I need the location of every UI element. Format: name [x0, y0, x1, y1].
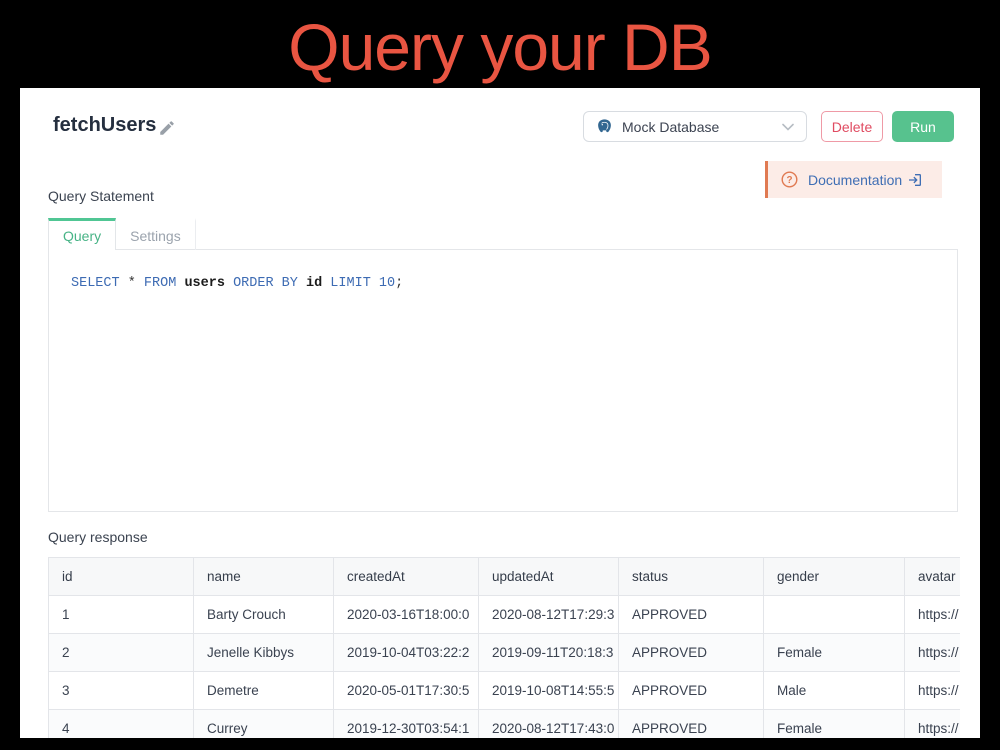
- documentation-link-label: Documentation: [808, 172, 902, 188]
- table-cell: Jenelle Kibbys: [194, 634, 334, 672]
- table-cell: 2019-10-04T03:22:2: [334, 634, 479, 672]
- query-panel: fetchUsers Mock Database: [20, 88, 980, 738]
- table-cell: Barty Crouch: [194, 596, 334, 634]
- table-row: 2Jenelle Kibbys2019-10-04T03:22:22019-09…: [49, 634, 961, 672]
- column-header: name: [194, 558, 334, 596]
- sql-token: ORDER BY: [233, 276, 298, 291]
- editor-tabs: Query Settings: [48, 218, 196, 250]
- sql-token: ;: [395, 276, 403, 291]
- resource-select[interactable]: Mock Database: [583, 111, 807, 142]
- svg-text:?: ?: [786, 175, 792, 186]
- table-cell: APPROVED: [619, 710, 764, 739]
- column-header: id: [49, 558, 194, 596]
- slide: Query your DB fetchUsers Mock Database: [0, 0, 1000, 750]
- table-cell: https://: [905, 596, 961, 634]
- table-cell: 2: [49, 634, 194, 672]
- sql-code-line: SELECT * FROM users ORDER BY id LIMIT 10…: [71, 276, 403, 291]
- column-header: avatar: [905, 558, 961, 596]
- question-circle-icon: ?: [780, 170, 799, 189]
- sql-editor[interactable]: SELECT * FROM users ORDER BY id LIMIT 10…: [48, 249, 958, 512]
- postgresql-icon: [596, 118, 613, 135]
- column-header: status: [619, 558, 764, 596]
- documentation-link[interactable]: Documentation: [808, 172, 923, 188]
- column-header: gender: [764, 558, 905, 596]
- sql-token: *: [120, 276, 144, 291]
- run-button[interactable]: Run: [892, 111, 954, 142]
- results-table-container: idnamecreatedAtupdatedAtstatusgenderavat…: [48, 557, 960, 738]
- table-cell: APPROVED: [619, 634, 764, 672]
- table-cell: 2020-08-12T17:29:3: [479, 596, 619, 634]
- query-name: fetchUsers: [53, 114, 156, 137]
- table-cell: https://: [905, 672, 961, 710]
- resource-select-value: Mock Database: [622, 119, 773, 135]
- table-cell: Female: [764, 710, 905, 739]
- sql-token: [298, 276, 306, 291]
- sign-in-icon: [907, 172, 923, 188]
- table-cell: APPROVED: [619, 596, 764, 634]
- table-cell: Male: [764, 672, 905, 710]
- table-cell: 2020-03-16T18:00:0: [334, 596, 479, 634]
- delete-button[interactable]: Delete: [821, 111, 883, 142]
- table-cell: APPROVED: [619, 672, 764, 710]
- sql-token: LIMIT: [330, 276, 371, 291]
- sql-token: id: [306, 276, 322, 291]
- table-row: 4Currey2019-12-30T03:54:12020-08-12T17:4…: [49, 710, 961, 739]
- query-response-label: Query response: [48, 529, 148, 545]
- sql-token: 10: [379, 276, 395, 291]
- documentation-banner: ? Documentation: [765, 161, 942, 198]
- sql-token: FROM: [144, 276, 176, 291]
- table-cell: Currey: [194, 710, 334, 739]
- table-row: 1Barty Crouch2020-03-16T18:00:02020-08-1…: [49, 596, 961, 634]
- table-cell: Female: [764, 634, 905, 672]
- table-cell: https://: [905, 710, 961, 739]
- table-cell: https://: [905, 634, 961, 672]
- edit-pencil-icon[interactable]: [158, 119, 176, 137]
- table-cell: 2019-09-11T20:18:3: [479, 634, 619, 672]
- table-row: 3Demetre2020-05-01T17:30:52019-10-08T14:…: [49, 672, 961, 710]
- page-title: Query your DB: [0, 0, 1000, 94]
- table-cell: 2020-05-01T17:30:5: [334, 672, 479, 710]
- results-table: idnamecreatedAtupdatedAtstatusgenderavat…: [48, 557, 960, 738]
- table-cell: 1: [49, 596, 194, 634]
- column-header: updatedAt: [479, 558, 619, 596]
- tab-query[interactable]: Query: [48, 218, 116, 250]
- table-cell: Demetre: [194, 672, 334, 710]
- sql-token: SELECT: [71, 276, 120, 291]
- table-cell: 4: [49, 710, 194, 739]
- table-cell: [764, 596, 905, 634]
- table-header-row: idnamecreatedAtupdatedAtstatusgenderavat…: [49, 558, 961, 596]
- chevron-down-icon: [782, 123, 794, 131]
- sql-token: [225, 276, 233, 291]
- table-cell: 2019-12-30T03:54:1: [334, 710, 479, 739]
- column-header: createdAt: [334, 558, 479, 596]
- tab-settings[interactable]: Settings: [116, 218, 196, 250]
- sql-token: users: [184, 276, 225, 291]
- table-cell: 2019-10-08T14:55:5: [479, 672, 619, 710]
- query-statement-label: Query Statement: [48, 188, 154, 204]
- sql-token: [371, 276, 379, 291]
- table-cell: 2020-08-12T17:43:0: [479, 710, 619, 739]
- table-cell: 3: [49, 672, 194, 710]
